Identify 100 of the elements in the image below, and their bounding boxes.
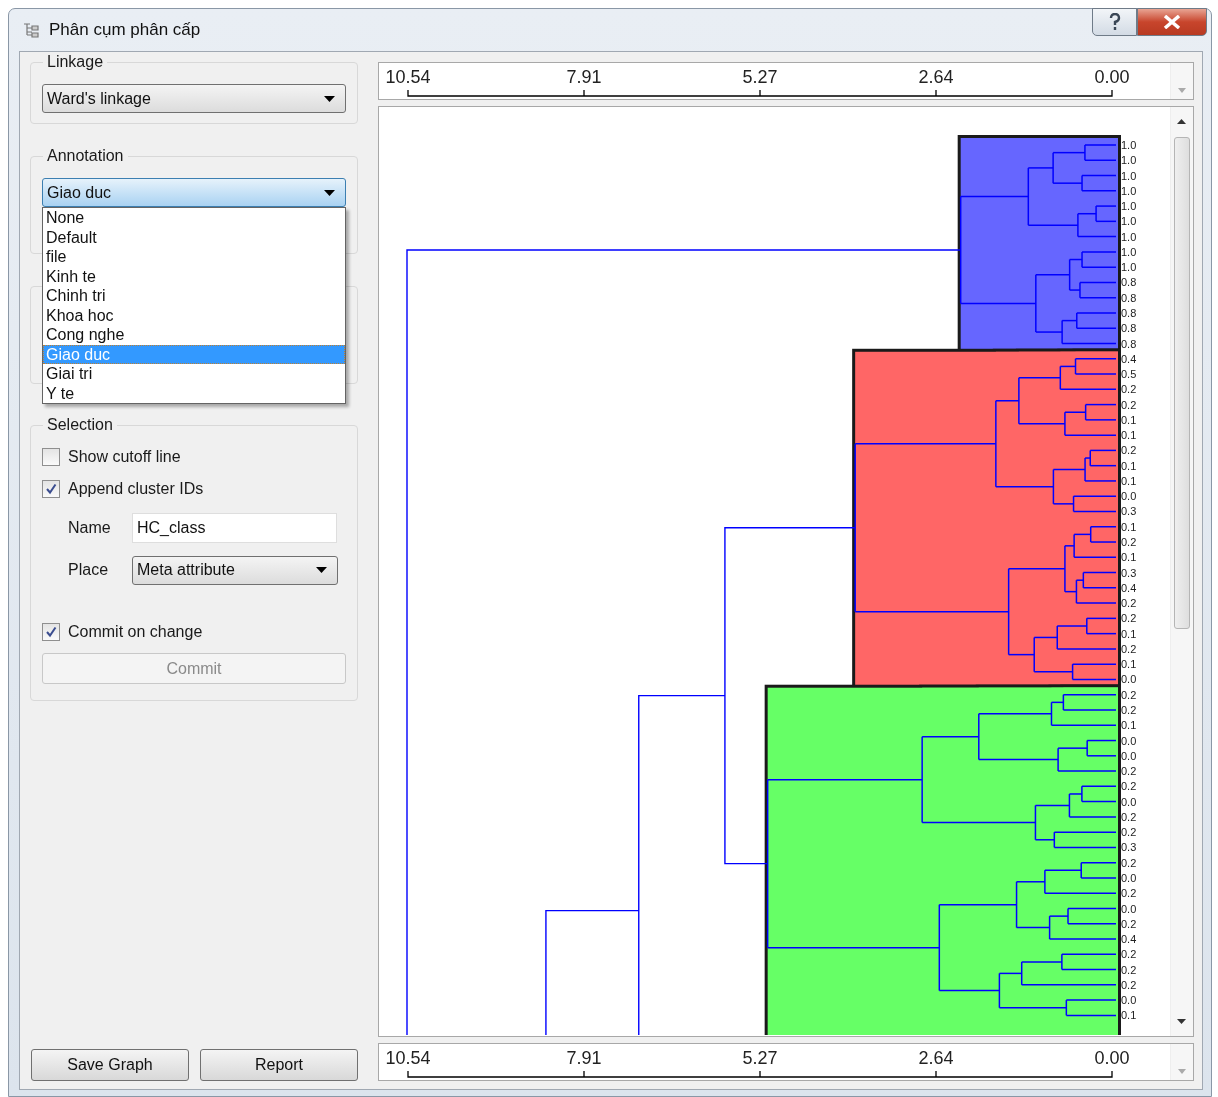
axis-label: 2.64 bbox=[918, 1048, 954, 1068]
caret-icon bbox=[324, 189, 335, 196]
dropdown-option[interactable]: Khoa hoc bbox=[43, 305, 345, 325]
leaf-label: 1.0 bbox=[1121, 245, 1137, 258]
leaf-label: 0.2 bbox=[1121, 963, 1137, 976]
dropdown-option[interactable]: Default bbox=[43, 227, 345, 247]
group-title: Linkage bbox=[43, 52, 108, 72]
action-button[interactable]: Report bbox=[200, 1049, 358, 1081]
leaf-label: 0.2 bbox=[1121, 856, 1137, 869]
dropdown-option[interactable]: None bbox=[43, 208, 345, 228]
dropdown-option[interactable]: Cong nghe bbox=[43, 325, 345, 345]
leaf-label: 0.0 bbox=[1121, 795, 1137, 808]
annotation-dropdown[interactable]: Giao duc bbox=[42, 178, 346, 207]
leaf-label: 1.0 bbox=[1121, 230, 1137, 243]
leaf-label: 1.0 bbox=[1121, 215, 1137, 228]
field-label: Name bbox=[68, 519, 112, 537]
checkbox[interactable] bbox=[42, 480, 60, 498]
axis-label: 2.64 bbox=[918, 67, 954, 87]
leaf-label: 1.0 bbox=[1121, 169, 1137, 182]
leaf-label: 0.2 bbox=[1121, 612, 1137, 625]
help-button[interactable] bbox=[1092, 8, 1137, 36]
checkbox[interactable] bbox=[42, 448, 60, 466]
leaf-label: 0.2 bbox=[1121, 978, 1137, 991]
leaf-label: 0.2 bbox=[1121, 780, 1137, 793]
leaf-label: 0.8 bbox=[1121, 337, 1137, 350]
leaf-label: 0.2 bbox=[1121, 444, 1137, 457]
leaf-label: 0.5 bbox=[1121, 368, 1137, 381]
leaf-label: 0.2 bbox=[1121, 688, 1137, 701]
leaf-label: 0.1 bbox=[1121, 627, 1137, 640]
window-title: Phân cụm phân cấp bbox=[49, 20, 201, 40]
leaf-label: 0.2 bbox=[1121, 765, 1137, 778]
field-label: Place bbox=[68, 561, 110, 579]
leaf-label: 0.3 bbox=[1121, 505, 1137, 518]
leaf-label: 0.1 bbox=[1121, 1009, 1137, 1022]
leaf-label: 0.2 bbox=[1121, 704, 1137, 716]
leaf-label: 0.0 bbox=[1121, 749, 1137, 762]
leaf-label: 0.2 bbox=[1121, 536, 1137, 548]
leaf-label: 1.0 bbox=[1121, 154, 1137, 167]
leaf-label: 0.0 bbox=[1121, 994, 1137, 1007]
leaf-label: 0.1 bbox=[1121, 459, 1137, 472]
caret-icon bbox=[316, 567, 327, 573]
leaf-label: 0.8 bbox=[1121, 306, 1137, 319]
axis-label: 5.27 bbox=[742, 67, 778, 87]
place-dropdown[interactable]: Meta attribute bbox=[132, 555, 338, 585]
action-button[interactable]: Save Graph bbox=[31, 1049, 189, 1081]
leaf-label: 1.0 bbox=[1121, 261, 1137, 274]
scroll-up-icon[interactable] bbox=[1177, 119, 1186, 124]
tree-icon bbox=[23, 22, 39, 38]
checkbox-label: Append cluster IDs bbox=[68, 480, 204, 498]
leaf-label: 0.1 bbox=[1121, 413, 1137, 426]
leaf-label: 1.0 bbox=[1121, 200, 1137, 213]
leaf-label: 0.2 bbox=[1121, 810, 1137, 823]
leaf-label: 0.0 bbox=[1121, 871, 1137, 884]
dropdown-option[interactable]: Giai tri bbox=[43, 364, 345, 384]
leaf-label: 0.1 bbox=[1121, 658, 1137, 671]
dropdown-option[interactable]: Y te bbox=[43, 383, 345, 403]
linkage-dropdown[interactable]: Ward's linkage bbox=[42, 84, 346, 113]
leaf-label: 0.4 bbox=[1121, 581, 1137, 594]
leaf-label: 0.4 bbox=[1121, 933, 1137, 946]
help-icon bbox=[1108, 13, 1121, 31]
leaf-label: 0.8 bbox=[1121, 291, 1137, 304]
leaf-label: 0.1 bbox=[1121, 520, 1137, 533]
leaf-label: 0.1 bbox=[1121, 551, 1137, 564]
leaf-label: 0.4 bbox=[1121, 352, 1137, 365]
leaf-label: 0.0 bbox=[1121, 673, 1137, 686]
leaf-label: 0.2 bbox=[1121, 597, 1137, 610]
close-button[interactable] bbox=[1137, 8, 1207, 36]
leaf-label: 0.3 bbox=[1121, 841, 1137, 854]
axis-label: 7.91 bbox=[566, 67, 602, 87]
scroll-down-icon[interactable] bbox=[1177, 1019, 1186, 1024]
leaf-label: 1.0 bbox=[1121, 184, 1137, 197]
checkbox-label: Commit on change bbox=[68, 623, 203, 641]
leaf-label: 0.2 bbox=[1121, 887, 1137, 900]
axis-label: 0.00 bbox=[1094, 67, 1130, 87]
leaf-label: 0.2 bbox=[1121, 826, 1137, 839]
leaf-label: 0.0 bbox=[1121, 902, 1137, 915]
dropdown-option[interactable]: file bbox=[43, 247, 345, 267]
leaf-label: 0.0 bbox=[1121, 734, 1137, 747]
dropdown-option[interactable]: Kinh te bbox=[43, 266, 345, 286]
scroll-thumb[interactable] bbox=[1174, 137, 1190, 629]
leaf-label: 0.2 bbox=[1121, 398, 1137, 411]
close-icon bbox=[1163, 15, 1181, 29]
name-field[interactable]: HC_class bbox=[132, 513, 337, 543]
leaf-label: 0.1 bbox=[1121, 429, 1137, 442]
leaf-label: 0.2 bbox=[1121, 948, 1137, 961]
axis-label: 5.27 bbox=[742, 1048, 778, 1068]
axis-label: 10.54 bbox=[385, 1048, 431, 1068]
checkbox[interactable] bbox=[42, 623, 60, 641]
axis-label: 10.54 bbox=[385, 67, 431, 87]
scrollbar[interactable] bbox=[1170, 107, 1193, 1036]
axis-label: 0.00 bbox=[1094, 1048, 1130, 1068]
leaf-label: 0.8 bbox=[1121, 322, 1137, 335]
axis-label: 7.91 bbox=[566, 1048, 602, 1068]
leaf-label: 0.2 bbox=[1121, 917, 1137, 930]
leaf-label: 1.0 bbox=[1121, 139, 1137, 151]
caret-icon bbox=[324, 95, 335, 102]
leaf-label: 0.1 bbox=[1121, 719, 1137, 732]
dropdown-option[interactable]: Chinh tri bbox=[43, 286, 345, 306]
leaf-label: 0.2 bbox=[1121, 383, 1137, 396]
leaf-label: 0.2 bbox=[1121, 642, 1137, 655]
